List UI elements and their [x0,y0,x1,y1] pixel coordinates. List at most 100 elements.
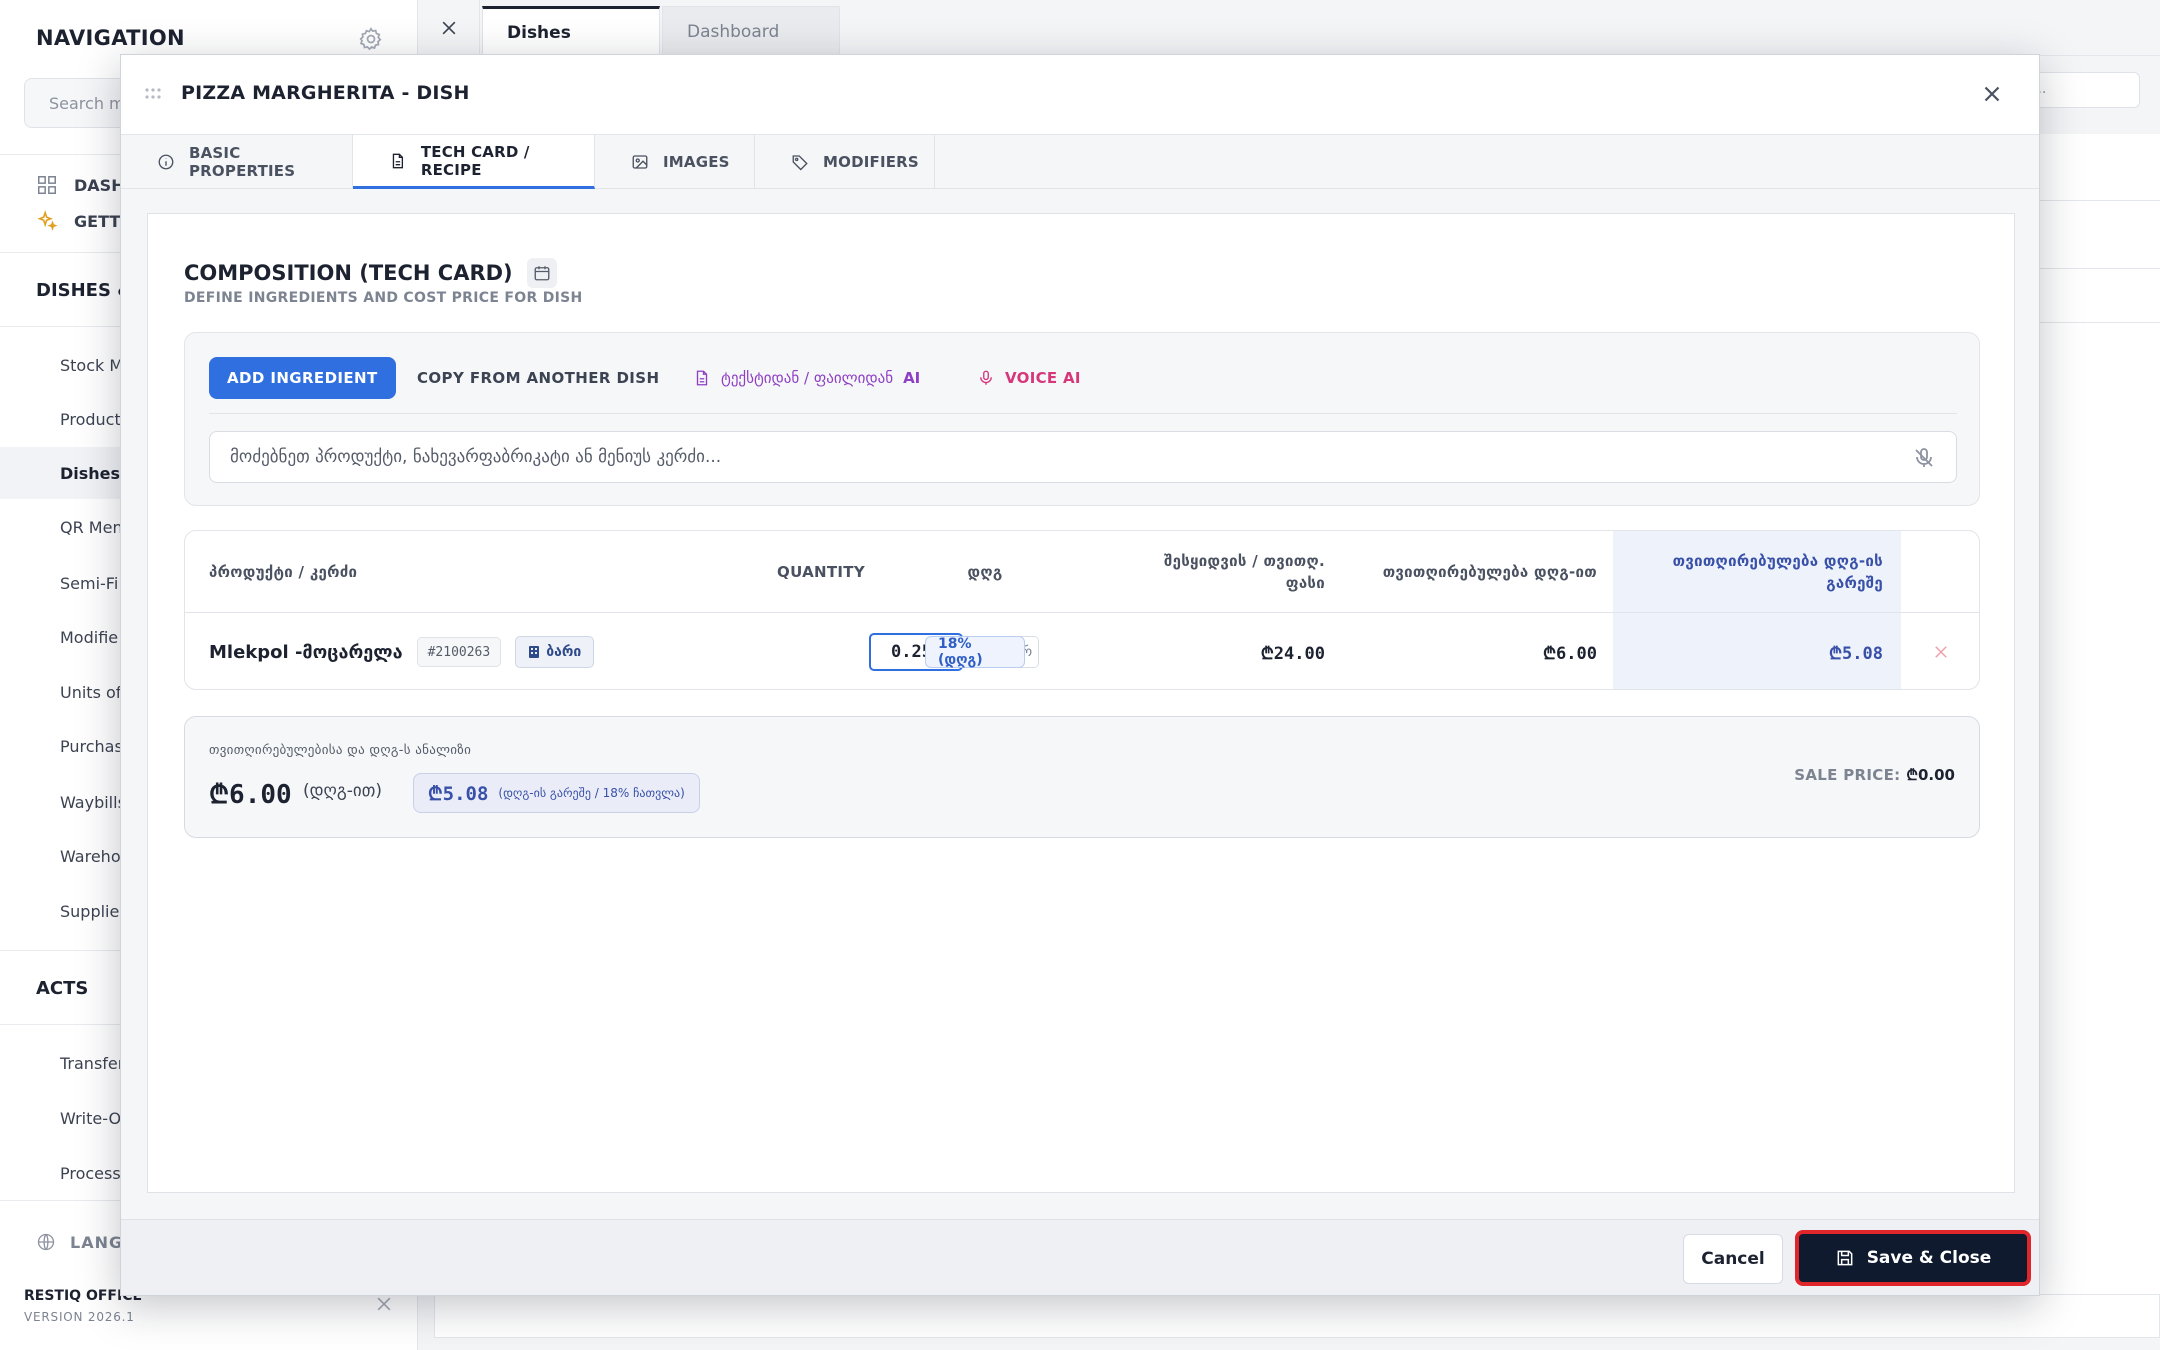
save-icon [1837,1250,1853,1266]
divider [209,413,1957,414]
table-header: პროდუქტი / კერძი QUANTITY დღგ შესყიდვის … [185,531,1979,613]
header-quantity: QUANTITY [777,563,865,581]
sidebar-item-dashboard[interactable]: DASH [36,174,125,196]
tab-dishes[interactable]: Dishes [482,6,660,56]
total-without-vat-note: (დღგ-ის გარეშე / 18% ჩათვლა) [498,786,685,800]
tab-label: MODIFIERS [823,153,919,171]
tech-card-panel: COMPOSITION (TECH CARD) DEFINE INGREDIEN… [147,213,2015,1193]
delete-cell [1901,613,1979,689]
tag-icon [792,155,808,171]
version-label: VERSION 2026.1 [24,1310,135,1324]
save-and-close-button[interactable]: Save & Close [1795,1230,2031,1286]
close-icon[interactable] [374,1294,394,1314]
voice-ai-label: VOICE AI [1005,369,1081,387]
document-icon [392,153,404,168]
sidebar-section-acts: ACTS [36,978,89,999]
sale-price: SALE PRICE: ₾0.00 [1794,765,1955,785]
purchase-price-cell: ₾24.00 [1085,613,1325,689]
grid-icon [38,176,56,194]
header-line: გარეშე [1826,574,1883,592]
total-without-vat: ₾5.08 [428,783,489,805]
gear-icon[interactable] [358,26,384,52]
voice-ai-button[interactable]: VOICE AI [977,357,1081,399]
cost-with-vat-cell: ₾6.00 [1335,613,1597,689]
header-line: თვითღირებულება დღგ-ის [1672,552,1883,570]
calendar-button[interactable] [526,258,557,288]
delete-row-icon[interactable] [1932,643,1950,661]
section-title-text: COMPOSITION (TECH CARD) [184,261,513,285]
cost-without-vat: ₾5.08 [1828,643,1883,664]
tab-basic-properties[interactable]: BASIC PROPERTIES [121,135,353,189]
purchase-price: ₾24.00 [1260,643,1325,664]
dish-editor-modal: PIZZA MARGHERITA - DISH BASIC PROPERTIES… [120,54,2040,1296]
background-panel [2036,134,2160,1334]
product-name: Mlekpol -მოცარელა [209,641,403,663]
tab-label: IMAGES [663,153,730,171]
header-purchase-price: შესყიდვის / თვითღ. ფასი [1085,531,1325,613]
sale-price-value: ₾0.00 [1906,766,1955,784]
modal-title: PIZZA MARGHERITA - DISH [181,82,470,104]
microphone-off-icon[interactable] [1912,446,1936,470]
total-with-vat-note: (დღგ-ით) [303,781,382,801]
modal-footer: Cancel Save & Close [121,1219,2039,1295]
add-ingredient-button[interactable]: ADD INGREDIENT [209,357,396,399]
sale-price-label: SALE PRICE: [1794,766,1901,784]
warehouse-chip: ბარი [515,636,595,668]
header-cost-with-vat: თვითღირებულება დღგ-ით [1382,563,1597,581]
ingredient-toolbar: ADD INGREDIENT COPY FROM ANOTHER DISH ტე… [184,332,1980,506]
copy-from-dish-button[interactable]: COPY FROM ANOTHER DISH [417,357,659,399]
section-title: COMPOSITION (TECH CARD) [184,258,557,288]
table-row: Mlekpol -მოცარელა #2100263 ბარი [209,613,629,689]
sidebar-item-getting-started[interactable]: GETTI [36,210,126,232]
divider [2036,322,2160,323]
close-icon[interactable] [1979,81,2005,107]
header-product: პროდუქტი / კერძი [209,563,358,581]
total-without-vat-chip: ₾5.08 (დღგ-ის გარეშე / 18% ჩათვლა) [413,773,700,813]
navigation-title: NAVIGATION [36,26,185,50]
building-icon [529,646,540,658]
ai-import-button[interactable]: ტექსტიდან / ფაილიდან AI [693,357,920,399]
cost-summary: თვითღირებულებისა და დღგ-ს ანალიზი ₾6.00 … [184,716,1980,838]
warehouse-label: ბარი [546,644,582,660]
summary-label: თვითღირებულებისა და დღგ-ს ანალიზი [209,743,472,758]
sidebar-section-dishes: DISHES & [36,280,133,301]
header-line: შესყიდვის / თვითღ. [1164,552,1325,570]
sparkles-icon [37,210,58,231]
info-icon [158,154,174,170]
document-icon [696,370,708,386]
vat-chip[interactable]: 18% (დღგ) [925,636,1025,668]
background-panel [434,1294,2160,1338]
divider [2036,200,2160,201]
tab-bar: Dishes Dashboard [418,0,2160,56]
calendar-icon [534,266,550,281]
tab-modifiers[interactable]: MODIFIERS [755,135,935,189]
tab-tech-card[interactable]: TECH CARD / RECIPE [353,135,595,189]
cost-without-vat-cell: ₾5.08 [1615,613,1883,689]
cost-with-vat: ₾6.00 [1542,643,1597,664]
tab-images[interactable]: IMAGES [595,135,755,189]
vat-cell: 18% (დღგ) [925,613,1025,689]
tab-dashboard[interactable]: Dashboard [662,6,840,56]
image-icon [632,155,648,169]
sidebar-item-label: DASH [74,175,125,195]
close-tabs-button[interactable] [418,0,480,56]
product-code: #2100263 [416,637,502,667]
ai-badge: AI [903,369,921,387]
header-line: ფასი [1285,574,1325,592]
tab-label: TECH CARD / RECIPE [420,142,530,179]
header-vat: დღგ [967,563,1003,581]
divider [2036,268,2160,269]
modal-header: PIZZA MARGHERITA - DISH [121,55,2039,135]
microphone-icon [980,370,992,385]
header-cost-without-vat: თვითღირებულება დღგ-ის გარეშე [1615,531,1883,613]
cancel-button[interactable]: Cancel [1683,1234,1783,1284]
sidebar-item-label: GETTI [74,211,127,231]
section-subtitle: DEFINE INGREDIENTS AND COST PRICE FOR DI… [184,290,583,306]
product-search-placeholder: მოძებნეთ პროდუქტი, ნახევარფაბრიკატი ან მ… [230,447,722,467]
product-search-input[interactable]: მოძებნეთ პროდუქტი, ნახევარფაბრიკატი ან მ… [209,431,1957,483]
tab-label: BASIC PROPERTIES [188,144,296,180]
drag-handle-icon[interactable] [145,87,165,101]
close-icon [442,21,455,35]
ingredients-table: პროდუქტი / კერძი QUANTITY დღგ შესყიდვის … [184,530,1980,690]
globe-icon [37,1233,55,1251]
